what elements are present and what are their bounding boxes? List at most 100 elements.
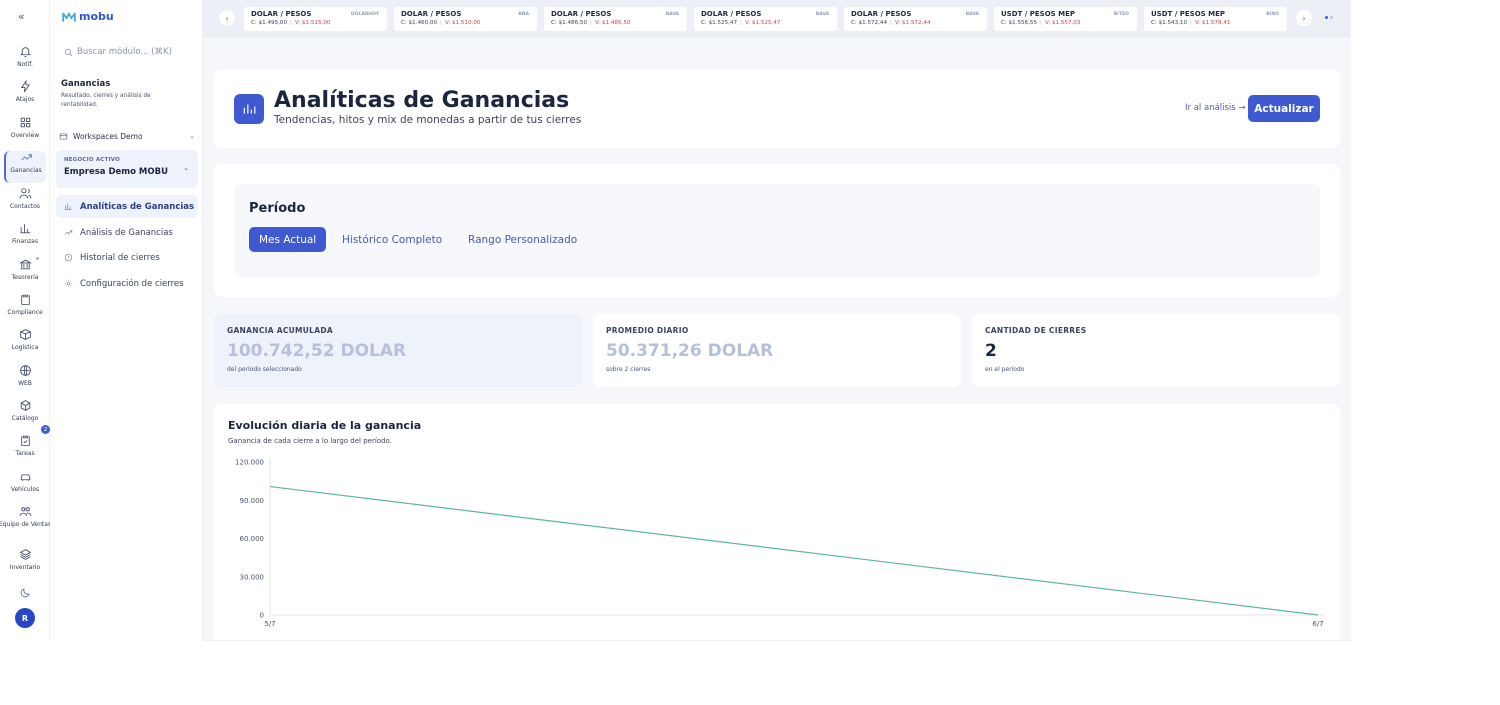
rail-item-compliance[interactable]: Compliance [4,293,46,325]
rail-item-label: Tareas [15,450,35,457]
y-tick-label: 60.000 [240,535,265,543]
chevron-down-icon: ⌄ [183,164,189,172]
clock-icon [64,253,73,262]
series-line [269,485,1319,616]
rate-source: BAVA [815,12,829,17]
sidebar-nav-label: Análisis de Ganancias [80,227,173,238]
ticker-next-icon[interactable]: › [1296,10,1312,26]
rate-pair: DOLAR / PESOS [551,10,612,18]
box-icon [19,329,31,340]
rate-pair: DOLAR / PESOS [401,10,462,18]
chart-title: Evolución diaria de la ganancia [228,419,422,432]
kpi-subtext: del período seleccionado [227,366,302,373]
blank-area [1351,0,1500,705]
ticker-prev-icon[interactable]: ‹ [219,10,235,26]
period-title: Período [249,201,306,216]
rail-item-ganancias[interactable]: Ganancias [4,151,46,183]
rail-item-label: Notif. [17,61,33,68]
rate-ticker-item[interactable]: DOLAR / PESOS BNA C: $1.460,00 | V: $1.510,0… [394,7,537,31]
search-input[interactable] [77,47,187,57]
sell-rate: V: $1.510,00 [444,20,481,26]
y-tick-label: 30.000 [240,573,265,581]
buy-rate: C: $1.525,47 [701,20,738,26]
rail-item-notif-[interactable]: Notif. [4,45,46,77]
trend-icon [64,230,73,235]
rate-pair: DOLAR / PESOS [701,10,762,18]
kpi-card-accumulated: GANANCIA ACUMULADA 100.742,52 DOLAR del … [214,314,582,387]
brand-name: mobu [79,10,114,23]
rate-ticker-item[interactable]: DOLAR / PESOS BAVA C: $1.525,47 | V: $1.525,… [694,7,837,31]
rate-pair: USDT / PESOS MEP [1151,10,1226,18]
rail-item-label: Logística [11,344,39,351]
active-business-selector[interactable]: NEGOCIO ACTIVO Empresa Demo MOBU ⌄ [56,150,198,188]
rail-item-equipo-de-ventas[interactable]: Equipo de Ventas [0,505,51,537]
rail-item-catálogo[interactable]: Catálogo [4,399,46,431]
sell-rate: V: $1.525,47 [744,20,781,26]
kpi-value: 50.371,26 DOLAR [606,341,774,361]
catalog-badge: 2 [41,425,50,434]
business-name: Empresa Demo MOBU [64,167,169,177]
rail-item-logística[interactable]: Logística [4,328,46,360]
kpi-value: 100.742,52 DOLAR [227,341,407,361]
sidebar-nav-item[interactable]: Configuración de cierres [56,272,198,295]
rail-item-web[interactable]: WEB [4,364,46,396]
y-tick-label: 0 [260,612,264,620]
rail-item-tesorería[interactable]: Tesorería [4,258,46,290]
rate-ticker-item[interactable]: DOLAR / PESOS BAVA C: $1.572,44 | V: $1.572,… [844,7,987,31]
theme-toggle-icon[interactable] [19,587,31,599]
kpi-label: PROMEDIO DIARIO [606,326,689,335]
rail-item-overview[interactable]: Overview [4,116,46,148]
x-tick-label: 5/7 [264,620,275,628]
rail-item-label: Atajos [15,96,35,103]
buy-rate: C: $1.495,00 [251,20,288,26]
kpi-subtext: sobre 2 cierres [606,366,651,373]
kpi-subtext: en el período [985,366,1025,373]
period-option-full-history[interactable]: Histórico Completo [332,227,452,252]
go-to-analysis-link[interactable]: Ir al análisis → [1185,103,1246,113]
sidebar-nav-item[interactable]: Historial de cierres [56,246,198,269]
sell-rate: V: $1.578,41 [1194,20,1231,26]
collapse-sidebar-icon[interactable]: « [18,10,25,23]
search-icon [64,48,73,56]
workspace-selector[interactable]: Workspaces Demo ⌄ [59,128,195,144]
sidebar-nav-item[interactable]: Analíticas de Ganancias [56,195,198,218]
layers-icon [19,549,31,560]
brand-logo[interactable]: mobu [62,10,114,23]
avatar[interactable]: R [15,608,35,628]
rail-item-label: Compliance [7,309,43,316]
rail-item-label: Finanzas [12,238,38,245]
ticker-pagination[interactable] [1325,16,1333,19]
rate-ticker-item[interactable]: USDT / PESOS MEP BINO C: $1.543,10 | V: $1.5… [1144,7,1287,31]
rail-item-tareas[interactable]: Tareas [4,434,46,466]
users-icon [19,188,31,199]
sidebar-nav-item[interactable]: Análisis de Ganancias [56,221,198,244]
team-icon [19,507,31,516]
sell-rate: V: $1.557,03 [1044,20,1081,26]
refresh-button[interactable]: Actualizar [1248,95,1320,122]
period-selector: Período Mes Actual Histórico Completo Ra… [234,184,1320,278]
rail-item-inventario[interactable]: Inventario [4,548,46,580]
rail-item-label: WEB [18,380,32,387]
main-footer-area [203,640,1351,705]
rail-item-vehículos[interactable]: Vehículos [4,470,46,502]
rail-item-label: Tesorería [11,274,39,281]
module-search[interactable] [58,42,195,62]
rate-ticker-item[interactable]: USDT / PESOS MEP BITSO C: $1.556,55 | V: $1.… [994,7,1137,31]
page-subtitle: Tendencias, hitos y mix de monedas a par… [274,114,582,126]
sell-rate: V: $1.486,50 [594,20,631,26]
rail-item-label: Equipo de Ventas [0,521,52,528]
rail-item-contactos[interactable]: Contactos [4,187,46,219]
bank-icon [18,259,32,270]
bell-icon [19,47,31,57]
rail-item-finanzas[interactable]: Finanzas [4,222,46,254]
rate-ticker-item[interactable]: DOLAR / PESOS DOLARHOY C: $1.495,00 | V: $1.… [244,7,387,31]
rate-source: BNA [518,12,529,17]
period-option-current-month[interactable]: Mes Actual [249,227,327,252]
period-option-custom-range[interactable]: Rango Personalizado [458,227,587,252]
rail-item-atajos[interactable]: Atajos [4,80,46,112]
bar-chart-icon [65,203,72,210]
rate-ticker-item[interactable]: DOLAR / PESOS BAVA C: $1.486,50 | V: $1.486,… [544,7,687,31]
rail-item-label: Inventario [9,564,41,571]
rail-item-label: Contactos [9,203,41,210]
bar-chart-icon [20,224,30,234]
